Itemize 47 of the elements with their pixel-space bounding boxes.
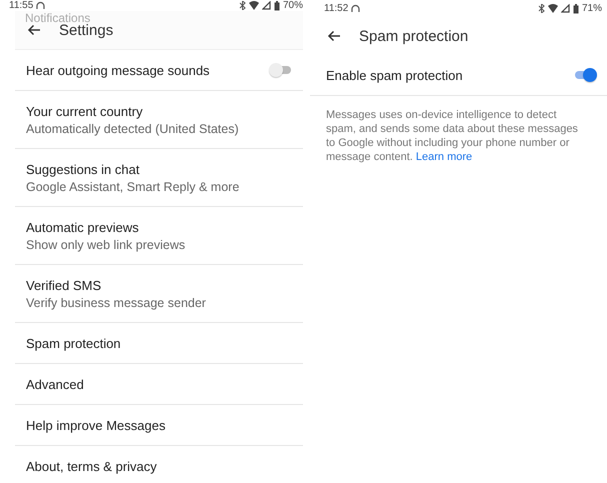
item-title: Automatic previews [26,220,140,234]
toggle-switch[interactable] [269,63,291,77]
item-title: Enable spam protection [326,68,463,82]
bluetooth-icon [538,4,545,13]
item-title: Spam protection [26,336,121,350]
battery-level: 71% [582,3,602,14]
settings-item[interactable]: Suggestions in chat Google Assistant, Smart Reply & more [15,149,303,207]
back-arrow-icon [27,24,41,36]
item-title: Advanced [26,376,84,392]
wifi-icon [248,1,259,10]
item-title: About, terms & privacy [26,458,157,474]
status-time: 11:55 [9,0,34,11]
settings-item[interactable]: Advanced [15,364,303,405]
status-time: 11:52 [324,3,348,14]
description-text: Messages uses on-device intelligence to detect spam, and sends some data about these messages to Google without including your phone number or message content. Learn more [326,108,579,164]
item-subtitle: Show only web link previews [26,238,186,252]
item-subtitle: Verify business message sender [26,296,206,310]
wifi-icon [548,4,558,13]
item-subtitle: Automatically detected (United States) [26,122,239,136]
back-button[interactable] [25,22,43,38]
settings-item[interactable]: Enable spam protection [310,55,607,96]
settings-item[interactable]: Verified SMS Verify business message sender [15,265,303,323]
battery-icon [274,0,280,10]
settings-item[interactable]: Help improve Messages [15,405,303,446]
item-title: Hear outgoing message sounds [26,62,210,78]
item-title: Your current country [26,104,144,118]
bluetooth-icon [238,1,246,10]
settings-item[interactable]: Your current country Automatically detected (United States) [15,91,303,149]
item-title: Verified SMS [26,278,102,292]
back-button[interactable] [325,28,343,44]
toggle-switch[interactable] [573,68,595,82]
item-title: Suggestions in chat [26,162,140,176]
screen-title: Spam protection [359,28,468,44]
settings-item[interactable]: About, terms & privacy [15,446,303,483]
learn-more-link[interactable]: Learn more [416,151,472,163]
item-title: Help improve Messages [26,418,166,432]
settings-item[interactable]: Automatic previews Show only web link previews [15,207,303,265]
signal-icon [560,4,570,13]
settings-item[interactable]: Hear outgoing message sounds [15,50,303,91]
signal-icon [262,1,271,10]
headphones-icon [351,4,360,13]
headphones-icon [36,1,46,10]
battery-level: 70% [282,0,303,11]
item-subtitle: Google Assistant, Smart Reply & more [26,180,240,194]
back-arrow-icon [327,30,341,42]
battery-icon [572,4,579,14]
settings-item[interactable]: Spam protection [15,323,303,364]
